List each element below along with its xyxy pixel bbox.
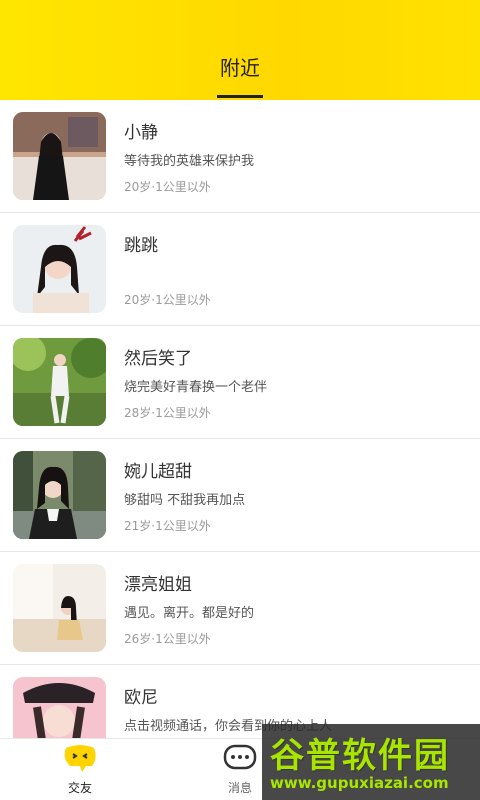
user-avatar[interactable]: [13, 112, 106, 200]
avatar-photo: [13, 338, 106, 426]
tab-label: 交友: [67, 781, 92, 795]
user-age-distance: 26岁·1公里以外: [124, 632, 211, 646]
avatar-photo: [13, 677, 106, 738]
page-title[interactable]: 附近: [0, 52, 480, 81]
user-avatar[interactable]: [13, 564, 106, 652]
user-signature: 遇见。离开。都是好的: [124, 606, 255, 621]
avatar-photo: [13, 564, 106, 652]
user-age-distance: 28岁·1公里以外: [124, 406, 211, 420]
user-name: 婉儿超甜: [124, 462, 192, 482]
user-list-item[interactable]: 然后笑了 烧完美好青春换一个老伴 28岁·1公里以外: [0, 326, 480, 439]
avatar-photo: [13, 112, 106, 200]
avatar-photo: [13, 451, 106, 539]
user-avatar[interactable]: [13, 225, 106, 313]
user-age-distance: 21岁·1公里以外: [124, 519, 211, 533]
face-bubble-icon: [62, 744, 98, 774]
user-list-item[interactable]: 跳跳 20岁·1公里以外: [0, 213, 480, 326]
watermark-title: 谷普软件园: [270, 736, 450, 776]
user-avatar[interactable]: [13, 451, 106, 539]
active-tab-indicator: [217, 95, 263, 98]
user-list-item[interactable]: 小静 等待我的英雄来保护我 20岁·1公里以外: [0, 100, 480, 213]
user-age-distance: 20岁·1公里以外: [124, 293, 211, 307]
avatar-photo: [13, 225, 106, 313]
user-signature: 烧完美好青春换一个老伴: [124, 380, 268, 395]
watermark-url: www.gupuxiazai.com: [270, 774, 449, 792]
user-list-item[interactable]: 漂亮姐姐 遇见。离开。都是好的 26岁·1公里以外: [0, 552, 480, 665]
user-name: 欧尼: [124, 688, 158, 708]
chat-bubble-icon: [222, 744, 258, 774]
user-avatar[interactable]: [13, 677, 106, 738]
user-signature: 等待我的英雄来保护我: [124, 154, 255, 169]
user-age-distance: 20岁·1公里以外: [124, 180, 211, 194]
user-signature: 够甜吗 不甜我再加点: [124, 493, 246, 508]
tab-friends[interactable]: 交友: [40, 739, 120, 800]
user-list-item[interactable]: 婉儿超甜 够甜吗 不甜我再加点 21岁·1公里以外: [0, 439, 480, 552]
user-avatar[interactable]: [13, 338, 106, 426]
top-header: 附近: [0, 0, 480, 100]
site-watermark: 谷普软件园 www.gupuxiazai.com: [262, 724, 480, 800]
user-name: 跳跳: [124, 236, 158, 256]
user-name: 漂亮姐姐: [124, 575, 192, 595]
user-name: 然后笑了: [124, 349, 192, 369]
user-name: 小静: [124, 123, 158, 143]
nearby-user-list[interactable]: 小静 等待我的英雄来保护我 20岁·1公里以外 跳跳 20岁·1公里以外 然后笑…: [0, 100, 480, 738]
